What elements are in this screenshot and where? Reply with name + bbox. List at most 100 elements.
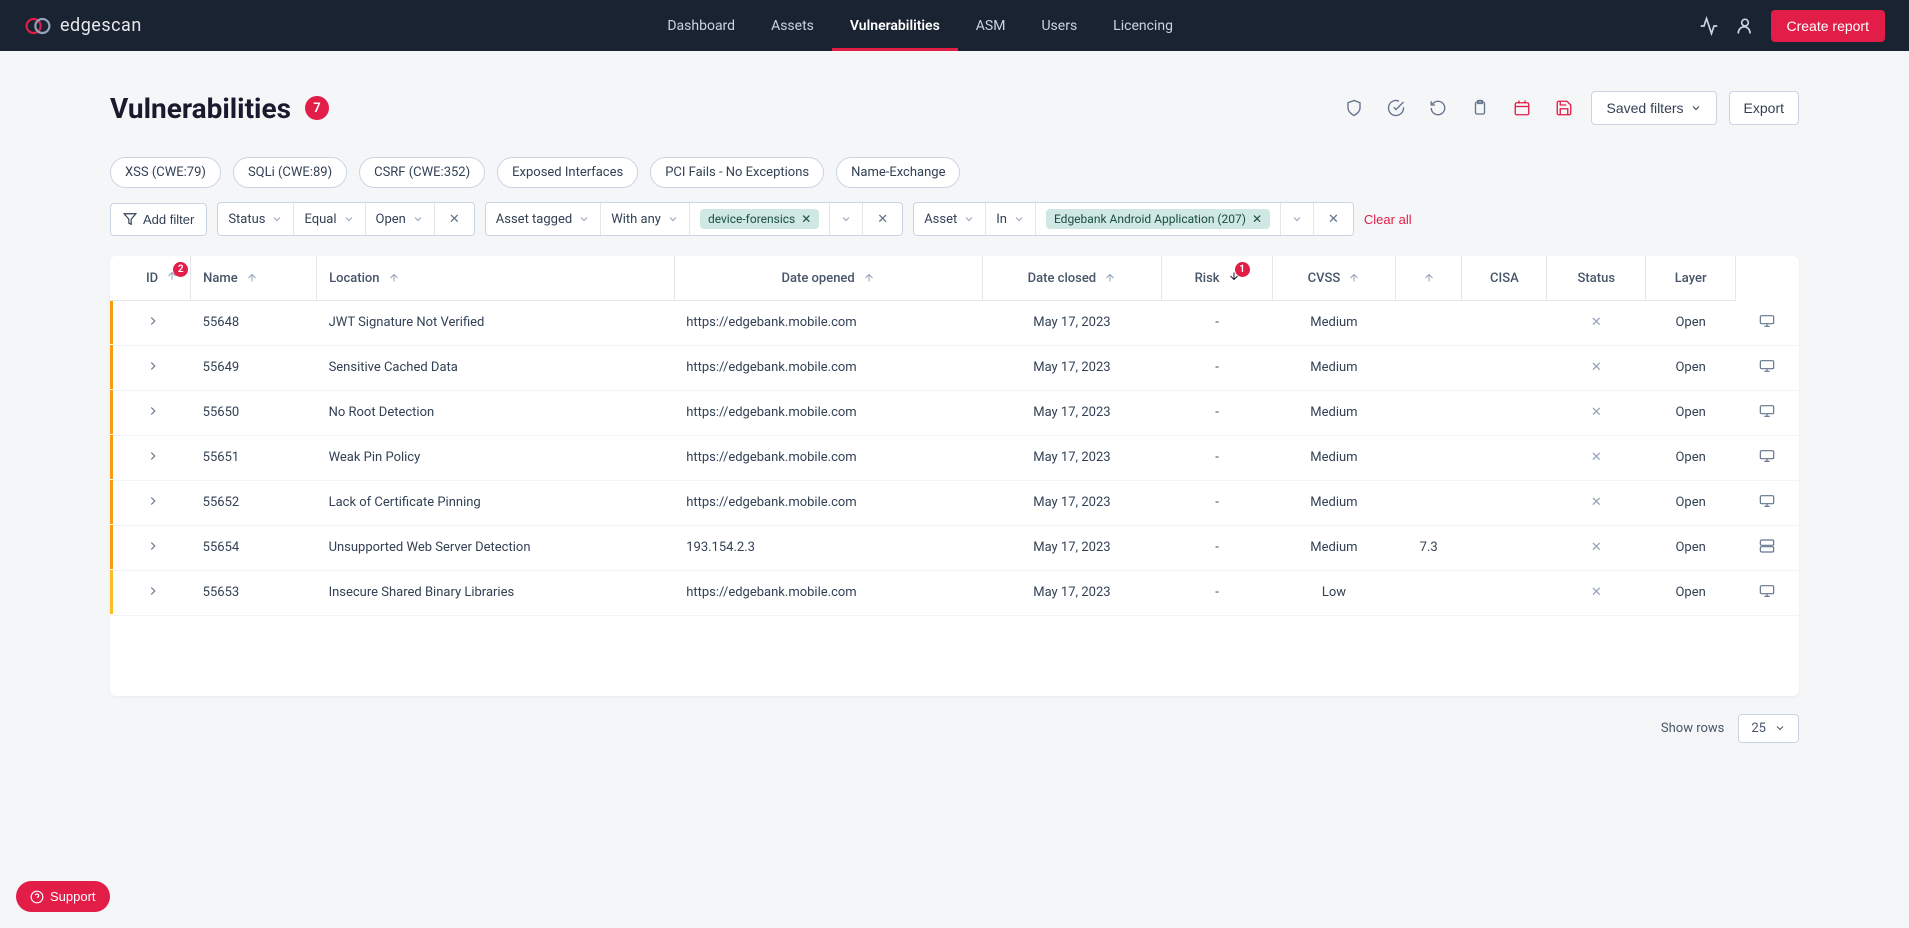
calendar-icon-button[interactable] (1507, 93, 1537, 123)
cell-location: 193.154.2.3 (674, 525, 982, 570)
column-cvss[interactable]: CVSS (1272, 256, 1395, 301)
activity-icon[interactable] (1699, 16, 1719, 36)
support-button[interactable]: Support (16, 881, 110, 912)
shield-icon-button[interactable] (1339, 93, 1369, 123)
expand-row-icon[interactable] (146, 317, 160, 332)
nav-licencing[interactable]: Licencing (1095, 0, 1191, 51)
column-status[interactable]: Status (1547, 256, 1646, 301)
nav-vulnerabilities[interactable]: Vulnerabilities (832, 0, 958, 51)
check-icon-button[interactable] (1381, 93, 1411, 123)
filter-field-status[interactable]: Status (218, 203, 294, 235)
column-id[interactable]: ID2 (134, 256, 191, 301)
cell-cvss (1395, 435, 1462, 480)
chevron-down-icon (840, 213, 852, 225)
nav-asm[interactable]: ASM (958, 0, 1024, 51)
expand-row-icon[interactable] (146, 497, 160, 512)
clear-all-button[interactable]: Clear all (1364, 212, 1412, 227)
user-icon[interactable] (1735, 16, 1755, 36)
add-filter-button[interactable]: Add filter (110, 203, 207, 236)
filter-op-withany[interactable]: With any (601, 203, 690, 235)
x-icon: ✕ (1591, 540, 1602, 555)
filter-asset-chevron[interactable] (1281, 203, 1314, 235)
saved-filters-label: Saved filters (1606, 100, 1683, 116)
cell-date-opened: May 17, 2023 (982, 525, 1162, 570)
filter-field-asset-tagged[interactable]: Asset tagged (486, 203, 601, 235)
filter-field-asset[interactable]: Asset (914, 203, 986, 235)
filter-value-asset[interactable]: Edgebank Android Application (207)✕ (1036, 203, 1281, 235)
table-row[interactable]: 55651Weak Pin Policyhttps://edgebank.mob… (110, 435, 1799, 480)
cell-date-opened: May 17, 2023 (982, 570, 1162, 615)
table-row[interactable]: 55654Unsupported Web Server Detection193… (110, 525, 1799, 570)
nav-dashboard[interactable]: Dashboard (649, 0, 753, 51)
cell-date-opened: May 17, 2023 (982, 435, 1162, 480)
column-name[interactable]: Name (191, 256, 317, 301)
cell-risk: Medium (1272, 435, 1395, 480)
filter-group-asset: Asset In Edgebank Android Application (2… (913, 202, 1354, 236)
column-location[interactable]: Location (317, 256, 675, 301)
expand-row-icon[interactable] (146, 362, 160, 377)
chevron-down-icon (271, 213, 283, 225)
expand-row-icon[interactable] (146, 407, 160, 422)
filter-remove-status[interactable]: ✕ (435, 203, 474, 235)
cell-location: https://edgebank.mobile.com (674, 480, 982, 525)
filter-remove-asset[interactable]: ✕ (1314, 203, 1353, 235)
cell-blank (1462, 525, 1547, 570)
column-cisa[interactable]: CISA (1462, 256, 1547, 301)
x-icon: ✕ (1591, 405, 1602, 420)
cell-blank (1462, 435, 1547, 480)
filter-chip[interactable]: CSRF (CWE:352) (359, 157, 485, 188)
main-content: Vulnerabilities 7 Saved filters Export X… (0, 51, 1909, 785)
logo-text: edgescan (60, 15, 142, 36)
filter-chip[interactable]: SQLi (CWE:89) (233, 157, 347, 188)
clipboard-icon-button[interactable] (1465, 93, 1495, 123)
filter-remove-tag[interactable]: ✕ (863, 203, 902, 235)
cell-id: 55650 (191, 390, 317, 435)
column-date-closed[interactable]: Date closed (982, 256, 1162, 301)
cell-id: 55651 (191, 435, 317, 480)
filter-chip[interactable]: Name-Exchange (836, 157, 960, 188)
logo[interactable]: edgescan (24, 12, 142, 40)
table-row[interactable]: 55652Lack of Certificate Pinninghttps://… (110, 480, 1799, 525)
nav-users[interactable]: Users (1023, 0, 1095, 51)
table-row[interactable]: 55653Insecure Shared Binary Librarieshtt… (110, 570, 1799, 615)
filter-value-open[interactable]: Open (366, 203, 435, 235)
filter-chip[interactable]: Exposed Interfaces (497, 157, 638, 188)
column-blank[interactable] (1395, 256, 1462, 301)
expand-row-icon[interactable] (146, 587, 160, 602)
table-row[interactable]: 55648JWT Signature Not Verifiedhttps://e… (110, 301, 1799, 346)
table-row[interactable]: 55649Sensitive Cached Datahttps://edgeba… (110, 345, 1799, 390)
column-date-opened[interactable]: Date opened (674, 256, 982, 301)
cell-date-closed: - (1162, 435, 1273, 480)
cell-name: Lack of Certificate Pinning (317, 480, 675, 525)
cell-status: Open (1646, 345, 1736, 390)
save-icon-button[interactable] (1549, 93, 1579, 123)
rows-per-page-select[interactable]: 25 (1738, 714, 1799, 743)
column-layer[interactable]: Layer (1646, 256, 1736, 301)
column-risk[interactable]: Risk1 (1162, 256, 1273, 301)
filter-tag-chevron[interactable] (830, 203, 863, 235)
filter-chip[interactable]: PCI Fails - No Exceptions (650, 157, 824, 188)
expand-row-icon[interactable] (146, 452, 160, 467)
tag-remove-icon[interactable]: ✕ (801, 212, 811, 226)
chevron-down-icon (667, 213, 679, 225)
refresh-icon-button[interactable] (1423, 93, 1453, 123)
tag-remove-icon[interactable]: ✕ (1252, 212, 1262, 226)
filter-op-equal[interactable]: Equal (294, 203, 365, 235)
saved-filters-button[interactable]: Saved filters (1591, 91, 1716, 125)
cell-id: 55648 (191, 301, 317, 346)
nav-assets[interactable]: Assets (753, 0, 832, 51)
cell-status: Open (1646, 390, 1736, 435)
export-button[interactable]: Export (1729, 91, 1799, 125)
filter-chip[interactable]: XSS (CWE:79) (110, 157, 221, 188)
layer-icon (1759, 583, 1775, 599)
cell-cisa: ✕ (1547, 480, 1646, 525)
filter-op-in[interactable]: In (986, 203, 1036, 235)
table-row[interactable]: 55650No Root Detectionhttps://edgebank.m… (110, 390, 1799, 435)
filter-value-tag[interactable]: device-forensics✕ (690, 203, 830, 235)
chevron-down-icon (1774, 722, 1786, 734)
create-report-button[interactable]: Create report (1771, 10, 1885, 42)
cell-blank (1462, 345, 1547, 390)
expand-row-icon[interactable] (146, 542, 160, 557)
cell-date-closed: - (1162, 345, 1273, 390)
sort-up-icon (1104, 272, 1116, 284)
